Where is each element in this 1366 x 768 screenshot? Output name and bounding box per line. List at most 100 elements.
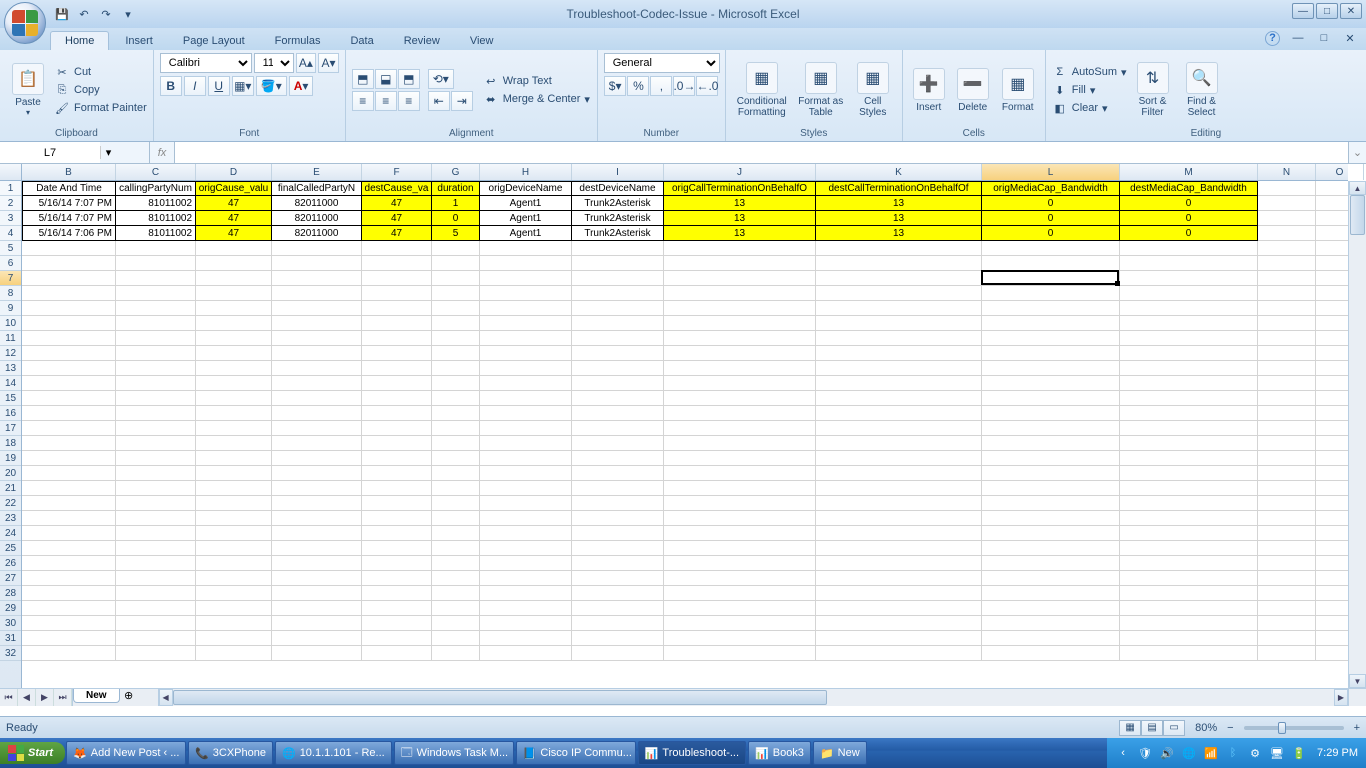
cell[interactable] (196, 586, 272, 601)
cell[interactable] (1316, 631, 1348, 646)
row-header-3[interactable]: 3 (0, 211, 21, 226)
cell[interactable]: destMediaCap_Bandwidth (1120, 181, 1258, 196)
row-header-8[interactable]: 8 (0, 286, 21, 301)
row-header-26[interactable]: 26 (0, 556, 21, 571)
cell[interactable] (362, 391, 432, 406)
cell[interactable] (196, 451, 272, 466)
cell[interactable] (664, 466, 816, 481)
cell[interactable] (1120, 511, 1258, 526)
cell[interactable] (664, 376, 816, 391)
taskbar-item[interactable]: 🗔Windows Task M... (394, 741, 514, 765)
column-header-F[interactable]: F (362, 164, 432, 180)
cell[interactable] (22, 286, 116, 301)
zoom-out-button[interactable]: − (1227, 722, 1233, 734)
cell[interactable] (362, 331, 432, 346)
cell[interactable] (432, 511, 480, 526)
align-bottom-button[interactable]: ⬒ (398, 69, 420, 89)
view-page-layout-button[interactable]: ▤ (1141, 720, 1163, 736)
cell[interactable]: 47 (362, 211, 432, 226)
cell[interactable] (664, 331, 816, 346)
cell[interactable] (272, 466, 362, 481)
row-header-11[interactable]: 11 (0, 331, 21, 346)
cell[interactable] (572, 241, 664, 256)
cell[interactable] (480, 541, 572, 556)
cell[interactable] (816, 466, 982, 481)
column-header-G[interactable]: G (432, 164, 480, 180)
align-left-button[interactable]: ≡ (352, 91, 374, 111)
cell[interactable] (432, 301, 480, 316)
cell[interactable] (196, 646, 272, 661)
cell[interactable] (572, 421, 664, 436)
cell[interactable] (480, 586, 572, 601)
cell[interactable] (1258, 511, 1316, 526)
cell[interactable] (982, 346, 1120, 361)
cell[interactable] (116, 511, 196, 526)
cell[interactable] (196, 391, 272, 406)
cell[interactable] (1120, 481, 1258, 496)
cell[interactable] (196, 316, 272, 331)
sheet-nav-next[interactable]: ▶ (36, 689, 54, 706)
cell[interactable] (480, 346, 572, 361)
cell[interactable] (1258, 391, 1316, 406)
cell[interactable] (1316, 226, 1348, 241)
cell[interactable] (272, 616, 362, 631)
cell[interactable] (982, 616, 1120, 631)
cell[interactable] (480, 271, 572, 286)
cell[interactable] (196, 271, 272, 286)
cell[interactable] (432, 586, 480, 601)
paste-button[interactable]: 📋Paste▾ (6, 57, 50, 123)
cell[interactable] (272, 496, 362, 511)
cell[interactable] (196, 406, 272, 421)
cell[interactable] (1316, 466, 1348, 481)
cell[interactable] (362, 406, 432, 421)
horizontal-scrollbar[interactable]: ◀ ▶ (158, 689, 1348, 706)
cell[interactable] (116, 556, 196, 571)
cell[interactable] (432, 496, 480, 511)
cell[interactable] (272, 241, 362, 256)
cell[interactable]: callingPartyNum (116, 181, 196, 196)
sheet-tab-new[interactable]: New (73, 689, 120, 703)
cell[interactable] (116, 616, 196, 631)
cell[interactable] (272, 391, 362, 406)
cell[interactable] (22, 346, 116, 361)
cell[interactable] (116, 451, 196, 466)
cell[interactable]: Trunk2Asterisk (572, 211, 664, 226)
row-header-32[interactable]: 32 (0, 646, 21, 661)
cell[interactable] (816, 616, 982, 631)
cell[interactable] (664, 301, 816, 316)
cell[interactable] (22, 631, 116, 646)
cell[interactable] (572, 511, 664, 526)
minimize-button[interactable]: — (1292, 3, 1314, 19)
cell[interactable] (432, 376, 480, 391)
cell[interactable]: 13 (664, 211, 816, 226)
cell[interactable] (982, 646, 1120, 661)
column-header-I[interactable]: I (572, 164, 664, 180)
cell[interactable] (982, 436, 1120, 451)
cell[interactable] (196, 541, 272, 556)
cell[interactable] (572, 331, 664, 346)
taskbar-item[interactable]: 🌐10.1.1.101 - Re... (275, 741, 392, 765)
cell[interactable] (432, 421, 480, 436)
cell[interactable] (816, 286, 982, 301)
row-header-2[interactable]: 2 (0, 196, 21, 211)
cell[interactable] (1258, 286, 1316, 301)
row-header-15[interactable]: 15 (0, 391, 21, 406)
cell[interactable] (1316, 571, 1348, 586)
zoom-in-button[interactable]: + (1354, 722, 1360, 734)
cell[interactable] (816, 511, 982, 526)
cell[interactable] (1316, 211, 1348, 226)
cell[interactable] (816, 451, 982, 466)
cell[interactable]: 5/16/14 7:07 PM (22, 211, 116, 226)
cell[interactable] (480, 406, 572, 421)
cell[interactable]: 1 (432, 196, 480, 211)
cell[interactable] (432, 481, 480, 496)
cell[interactable]: 13 (816, 226, 982, 241)
cell[interactable] (432, 391, 480, 406)
cell[interactable] (1316, 181, 1348, 196)
cell[interactable] (196, 556, 272, 571)
cell[interactable] (572, 451, 664, 466)
cell[interactable] (664, 646, 816, 661)
cell[interactable] (362, 316, 432, 331)
cell[interactable] (1120, 526, 1258, 541)
cell[interactable]: 0 (982, 196, 1120, 211)
